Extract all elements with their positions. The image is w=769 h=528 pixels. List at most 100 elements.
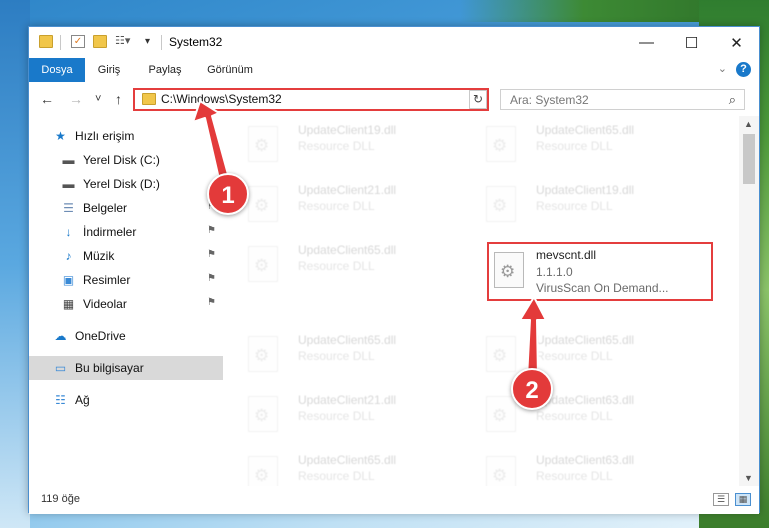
- file-tile[interactable]: ⚙ UpdateClient63.dll Resource DLL: [461, 390, 686, 442]
- file-name: UpdateClient19.dll: [298, 123, 397, 137]
- file-tile[interactable]: ⚙ UpdateClient65.dll Resource DLL: [223, 330, 448, 382]
- sidebar-item-label: İndirmeler: [83, 225, 137, 239]
- divider: [60, 35, 61, 50]
- file-tile[interactable]: ⚙ UpdateClient19.dll Resource DLL: [223, 120, 448, 172]
- gear-icon: ⚙: [492, 466, 508, 485]
- gear-icon: ⚙: [492, 406, 508, 425]
- ribbon: Dosya Giriş Paylaş Görünüm ⌄ ?: [29, 58, 759, 82]
- file-tile[interactable]: ⚙ UpdateClient63.dll Resource DLL: [461, 450, 686, 486]
- file-version: 1.1.1.0: [536, 265, 573, 279]
- sidebar-item-downloads[interactable]: ↓ İndirmeler ⚑: [29, 220, 223, 244]
- dll-file-icon: ⚙: [248, 396, 278, 432]
- file-tile[interactable]: ⚙ UpdateClient65.dll Resource DLL: [461, 120, 686, 172]
- sidebar-item-network[interactable]: ☷ Ağ: [29, 388, 223, 412]
- file-tile-mevscnt[interactable]: ⚙ mevscnt.dll 1.1.1.0 VirusScan On Deman…: [487, 242, 713, 301]
- dll-file-icon: ⚙: [494, 252, 524, 288]
- gear-icon: ⚙: [500, 262, 516, 281]
- dll-file-icon: ⚙: [486, 456, 516, 486]
- file-name: UpdateClient65.dll: [298, 333, 397, 347]
- drive-icon: ▬: [62, 177, 75, 191]
- gear-icon: ⚙: [254, 406, 270, 425]
- forward-button[interactable]: →: [69, 91, 83, 107]
- minimize-button[interactable]: —: [624, 27, 669, 58]
- tab-share[interactable]: Paylaş: [141, 58, 189, 82]
- search-icon[interactable]: ⌕: [729, 92, 736, 108]
- sidebar-item-label: Resimler: [83, 273, 131, 287]
- file-name: UpdateClient21.dll: [298, 183, 397, 197]
- status-bar: 119 öğe ☰ ▦: [29, 486, 759, 514]
- tab-file[interactable]: Dosya: [29, 58, 85, 82]
- sidebar-item-onedrive[interactable]: ☁ OneDrive: [29, 324, 223, 348]
- back-button[interactable]: ←: [40, 91, 54, 107]
- window-title: System32: [169, 35, 223, 49]
- file-name: UpdateClient65.dll: [298, 243, 397, 257]
- sidebar-item-pictures[interactable]: ▣ Resimler ⚑: [29, 268, 223, 292]
- scroll-down-icon[interactable]: ▼: [744, 473, 753, 483]
- file-type: Resource DLL: [536, 469, 613, 483]
- refresh-button[interactable]: ↻: [469, 90, 487, 109]
- step-2-badge: 2: [511, 368, 553, 410]
- search-input[interactable]: Ara: System32 ⌕: [500, 89, 745, 110]
- scroll-thumb[interactable]: [743, 134, 755, 184]
- details-view-icon[interactable]: ☰: [713, 493, 729, 506]
- scroll-up-icon[interactable]: ▲: [744, 119, 753, 129]
- sidebar-item-label: Müzik: [83, 249, 115, 263]
- file-type: Resource DLL: [536, 199, 613, 213]
- dll-file-icon: ⚙: [248, 126, 278, 162]
- file-tile[interactable]: ⚙ UpdateClient21.dll Resource DLL: [223, 390, 448, 442]
- file-type: Resource DLL: [298, 199, 375, 213]
- vertical-scrollbar[interactable]: ▲ ▼: [739, 116, 759, 486]
- desktop-background: [0, 0, 30, 528]
- up-button[interactable]: ↑: [115, 91, 122, 107]
- music-icon: ♪: [65, 249, 72, 263]
- pin-icon[interactable]: ⚑: [207, 297, 216, 308]
- file-name: UpdateClient63.dll: [536, 453, 635, 467]
- sidebar-item-quick-access[interactable]: ★ Hızlı erişim: [29, 124, 223, 148]
- address-path[interactable]: C:\Windows\System32: [161, 92, 282, 106]
- sidebar-item-this-pc[interactable]: ▭ Bu bilgisayar: [29, 356, 223, 380]
- recent-locations-button[interactable]: ˅: [95, 93, 101, 105]
- sidebar-item-local-disk-d[interactable]: ▬ Yerel Disk (D:): [29, 172, 223, 196]
- dll-file-icon: ⚙: [248, 456, 278, 486]
- pin-icon[interactable]: ⚑: [207, 273, 216, 284]
- file-type: Resource DLL: [298, 469, 375, 483]
- dll-file-icon: ⚙: [486, 336, 516, 372]
- sidebar-item-local-disk-c[interactable]: ▬ Yerel Disk (C:): [29, 148, 223, 172]
- customize-toolbar-icon[interactable]: ▾: [145, 35, 159, 48]
- address-bar[interactable]: C:\Windows\System32 ∨: [133, 88, 489, 111]
- onedrive-icon: ☁: [54, 329, 67, 343]
- gear-icon: ⚙: [254, 196, 270, 215]
- sidebar-item-label: Yerel Disk (D:): [83, 177, 160, 191]
- expand-ribbon-icon[interactable]: ⌄: [718, 62, 727, 75]
- dll-file-icon: ⚙: [486, 126, 516, 162]
- maximize-button[interactable]: ☐: [669, 27, 714, 58]
- new-folder-icon[interactable]: [93, 35, 107, 48]
- file-tile[interactable]: ⚙ UpdateClient21.dll Resource DLL: [223, 180, 448, 232]
- tab-view[interactable]: Görünüm: [199, 58, 261, 82]
- file-tile[interactable]: ⚙ UpdateClient65.dll Resource DLL: [461, 330, 686, 382]
- file-tile[interactable]: ⚙ UpdateClient65.dll Resource DLL: [223, 240, 448, 292]
- quick-access-toolbar-icon[interactable]: ☷▾: [115, 35, 130, 48]
- file-tile[interactable]: ⚙ UpdateClient19.dll Resource DLL: [461, 180, 686, 232]
- close-button[interactable]: ✕: [714, 27, 759, 58]
- tiles-view-icon[interactable]: ▦: [735, 493, 751, 506]
- help-icon[interactable]: ?: [736, 62, 751, 77]
- tab-home[interactable]: Giriş: [89, 58, 129, 82]
- properties-icon[interactable]: ✓: [71, 35, 85, 48]
- file-tile[interactable]: ⚙ UpdateClient65.dll Resource DLL: [223, 450, 448, 486]
- sidebar-item-videos[interactable]: ▦ Videolar ⚑: [29, 292, 223, 316]
- navigation-bar: ← → ˅ ↑ C:\Windows\System32 ∨ ↻ Ara: Sys…: [29, 82, 759, 116]
- navigation-pane: ★ Hızlı erişim ▬ Yerel Disk (C:) ▬ Yerel…: [29, 116, 223, 486]
- sidebar-item-documents[interactable]: ☰ Belgeler ⚑: [29, 196, 223, 220]
- sidebar-item-label: Ağ: [75, 393, 90, 407]
- pin-icon[interactable]: ⚑: [207, 225, 216, 236]
- pin-icon[interactable]: ⚑: [207, 249, 216, 260]
- gear-icon: ⚙: [254, 256, 270, 275]
- sidebar-item-label: Hızlı erişim: [75, 129, 135, 143]
- sidebar-item-music[interactable]: ♪ Müzik ⚑: [29, 244, 223, 268]
- dll-file-icon: ⚙: [248, 186, 278, 222]
- dll-file-icon: ⚙: [486, 396, 516, 432]
- title-bar: ✓ ☷▾ ▾ System32 — ☐ ✕: [29, 27, 759, 58]
- file-type: Resource DLL: [298, 259, 375, 273]
- sidebar-item-label: OneDrive: [75, 329, 126, 343]
